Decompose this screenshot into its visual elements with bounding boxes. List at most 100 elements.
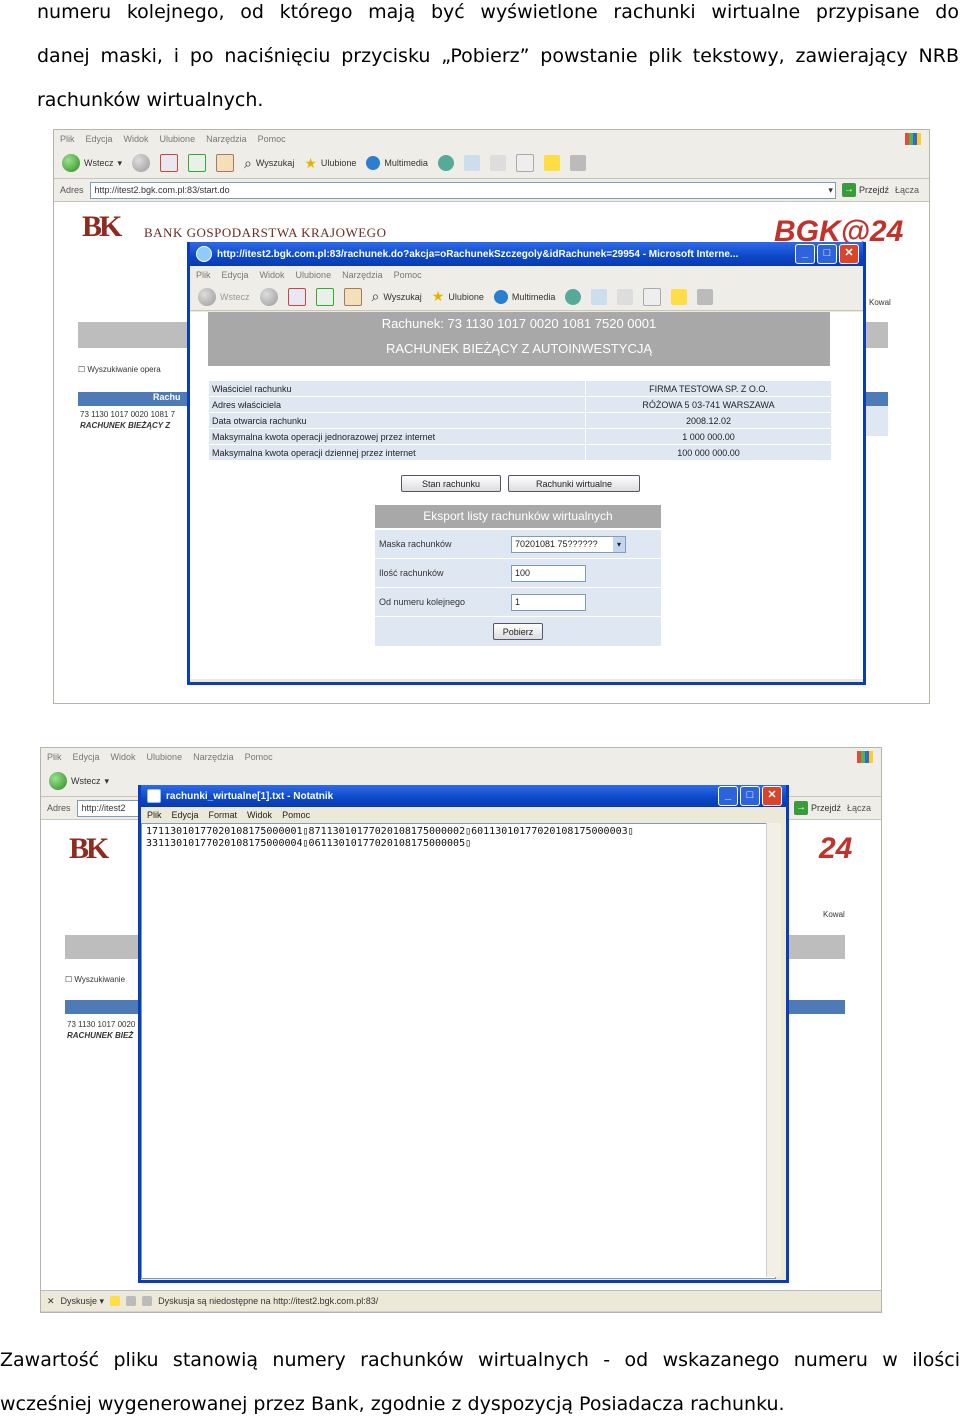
intro-line: danej maski, i po naciśnięciu przycisku … xyxy=(37,45,959,67)
detail-row: Maksymalna kwota operacji jednorazowej p… xyxy=(208,428,832,445)
forward-button[interactable] xyxy=(132,154,151,172)
menu-item[interactable]: Widok xyxy=(124,134,149,144)
menu-item[interactable]: Edycja xyxy=(73,752,100,762)
menu-item[interactable]: Narzędzia xyxy=(342,270,383,280)
research-icon[interactable] xyxy=(697,288,714,305)
minimize-button[interactable]: _ xyxy=(718,786,738,806)
stop-icon[interactable] xyxy=(160,154,179,172)
media-button[interactable]: Multimedia xyxy=(366,156,428,170)
toolbar: Wstecz ▾ ⌕ Wyszukaj ★ Ulubione Multimedia xyxy=(54,148,929,179)
favorites-button[interactable]: ★ Ulubione xyxy=(304,155,356,172)
minimize-button[interactable]: _ xyxy=(795,244,815,264)
download-button[interactable]: Pobierz xyxy=(493,623,543,640)
refresh-icon[interactable] xyxy=(188,154,207,172)
star-icon: ★ xyxy=(431,288,445,304)
outro-line: Zawartość pliku stanowią numery rachunkó… xyxy=(0,1349,960,1371)
go-label: Przejdź xyxy=(810,803,841,813)
star-icon: ★ xyxy=(304,154,317,171)
menu-item[interactable]: Ulubione xyxy=(147,752,183,762)
search-button[interactable]: ⌕ Wyszukaj xyxy=(244,155,294,172)
menu-item[interactable]: Widok xyxy=(247,810,272,820)
go-button[interactable]: → Przejdź xyxy=(841,183,889,197)
menu-item[interactable]: Edycja xyxy=(86,134,113,144)
favorites-button[interactable]: ★ Ulubione xyxy=(432,288,484,305)
menu-item[interactable]: Edycja xyxy=(172,810,199,820)
popup-toolbar: Wstecz ⌕ Wyszukaj ★ Ulubione Multimedia xyxy=(190,283,863,311)
back-button[interactable]: Wstecz ▾ xyxy=(49,772,109,790)
menu-item[interactable]: Narzędzia xyxy=(206,134,247,144)
from-number-input[interactable]: 1 xyxy=(511,594,586,611)
account-header: Rachunek: 73 1130 1017 0020 1081 7520 00… xyxy=(208,312,830,366)
close-icon[interactable]: ✕ xyxy=(47,1296,55,1307)
account-number[interactable]: 73 1130 1017 0020 1081 7 xyxy=(80,410,175,419)
menu-item[interactable]: Ulubione xyxy=(160,134,196,144)
history-icon[interactable] xyxy=(437,155,454,171)
edit-icon[interactable] xyxy=(515,154,534,172)
virtual-accounts-button[interactable]: Rachunki wirtualne xyxy=(508,475,640,492)
intro-line: rachunków wirtualnych. xyxy=(37,89,264,111)
address-label: Adres xyxy=(60,185,84,195)
go-button[interactable]: → Przejdź xyxy=(793,801,841,815)
from-number-label: Od numeru kolejnego xyxy=(379,597,466,607)
notes-icon[interactable] xyxy=(671,288,688,305)
menu-item[interactable]: Pomoc xyxy=(258,134,286,144)
back-button[interactable]: Wstecz xyxy=(198,287,250,306)
vertical-scrollbar[interactable] xyxy=(766,823,781,1277)
menu-item[interactable]: Narzędzia xyxy=(193,752,234,762)
close-button[interactable]: ✕ xyxy=(839,244,859,264)
stop-icon[interactable] xyxy=(287,287,306,306)
mask-select[interactable]: 70201081 75?????? ▾ xyxy=(511,536,626,553)
menu-item[interactable]: Pomoc xyxy=(394,270,422,280)
notepad-icon xyxy=(147,789,161,803)
print-icon[interactable] xyxy=(617,288,634,305)
menu-item[interactable]: Pomoc xyxy=(245,752,273,762)
detail-value: FIRMA TESTOWA SP. Z O.O. xyxy=(585,380,832,397)
edit-icon[interactable] xyxy=(643,287,662,306)
menu-item[interactable]: Format xyxy=(209,810,238,820)
home-icon[interactable] xyxy=(343,287,362,306)
maximize-button[interactable]: □ xyxy=(740,786,760,806)
browser-screenshot-2: Plik Edycja Widok Ulubione Narzędzia Pom… xyxy=(40,747,882,1313)
menu-item[interactable]: Plik xyxy=(47,752,62,762)
forward-button[interactable] xyxy=(259,287,278,306)
print-icon[interactable] xyxy=(489,155,506,171)
search-operations-link[interactable]: ☐ Wyszukiwanie opera xyxy=(78,365,161,374)
search-button[interactable]: ⌕ Wyszukaj xyxy=(372,288,422,305)
discussions-button[interactable]: Dyskusje ▾ xyxy=(61,1296,105,1307)
media-button[interactable]: Multimedia xyxy=(493,289,555,304)
links-label[interactable]: Łącza xyxy=(895,185,919,195)
menu-item[interactable]: Ulubione xyxy=(296,270,332,280)
notepad-text-area[interactable]: 17113010177020108175000001▯8711301017702… xyxy=(141,823,776,1279)
back-button[interactable]: Wstecz ▾ xyxy=(62,154,122,172)
menu-item[interactable]: Plik xyxy=(60,134,75,144)
mail-icon[interactable] xyxy=(591,288,608,305)
go-arrow-icon: → xyxy=(841,183,856,197)
links-label[interactable]: Łącza xyxy=(847,803,871,813)
history-icon[interactable] xyxy=(565,288,582,305)
text-line: 33113010177020108175000004▯0611301017702… xyxy=(146,838,472,849)
menu-item[interactable]: Pomoc xyxy=(282,810,310,820)
home-icon[interactable] xyxy=(216,154,235,172)
menu-item[interactable]: Widok xyxy=(260,270,285,280)
research-icon[interactable] xyxy=(569,155,586,171)
maximize-button[interactable]: □ xyxy=(817,244,837,264)
status-message: Dyskusja są niedostępne na http://itest2… xyxy=(158,1296,379,1306)
address-input[interactable]: http://itest2.bgk.com.pl:83/start.do ▾ xyxy=(89,181,836,199)
search-operations-link[interactable]: ☐ Wyszukiwanie xyxy=(65,975,125,984)
status-icon xyxy=(142,1296,153,1306)
menu-item[interactable]: Widok xyxy=(111,752,136,762)
count-input[interactable]: 100 xyxy=(511,565,586,582)
menu-item[interactable]: Plik xyxy=(196,270,211,280)
account-number[interactable]: 73 1130 1017 0020 xyxy=(67,1020,135,1029)
mail-icon[interactable] xyxy=(463,155,480,171)
chevron-down-icon[interactable]: ▾ xyxy=(613,537,625,552)
favorites-label: Ulubione xyxy=(448,291,484,302)
account-balance-button[interactable]: Stan rachunku xyxy=(401,475,501,492)
menu-item[interactable]: Edycja xyxy=(222,270,249,280)
detail-row: Maksymalna kwota operacji dziennej przez… xyxy=(208,444,832,461)
notes-icon[interactable] xyxy=(543,155,560,171)
detail-row: Właściciel rachunku FIRMA TESTOWA SP. Z O… xyxy=(208,380,832,397)
menu-item[interactable]: Plik xyxy=(147,810,162,820)
refresh-icon[interactable] xyxy=(315,287,334,306)
close-button[interactable]: ✕ xyxy=(762,786,782,806)
